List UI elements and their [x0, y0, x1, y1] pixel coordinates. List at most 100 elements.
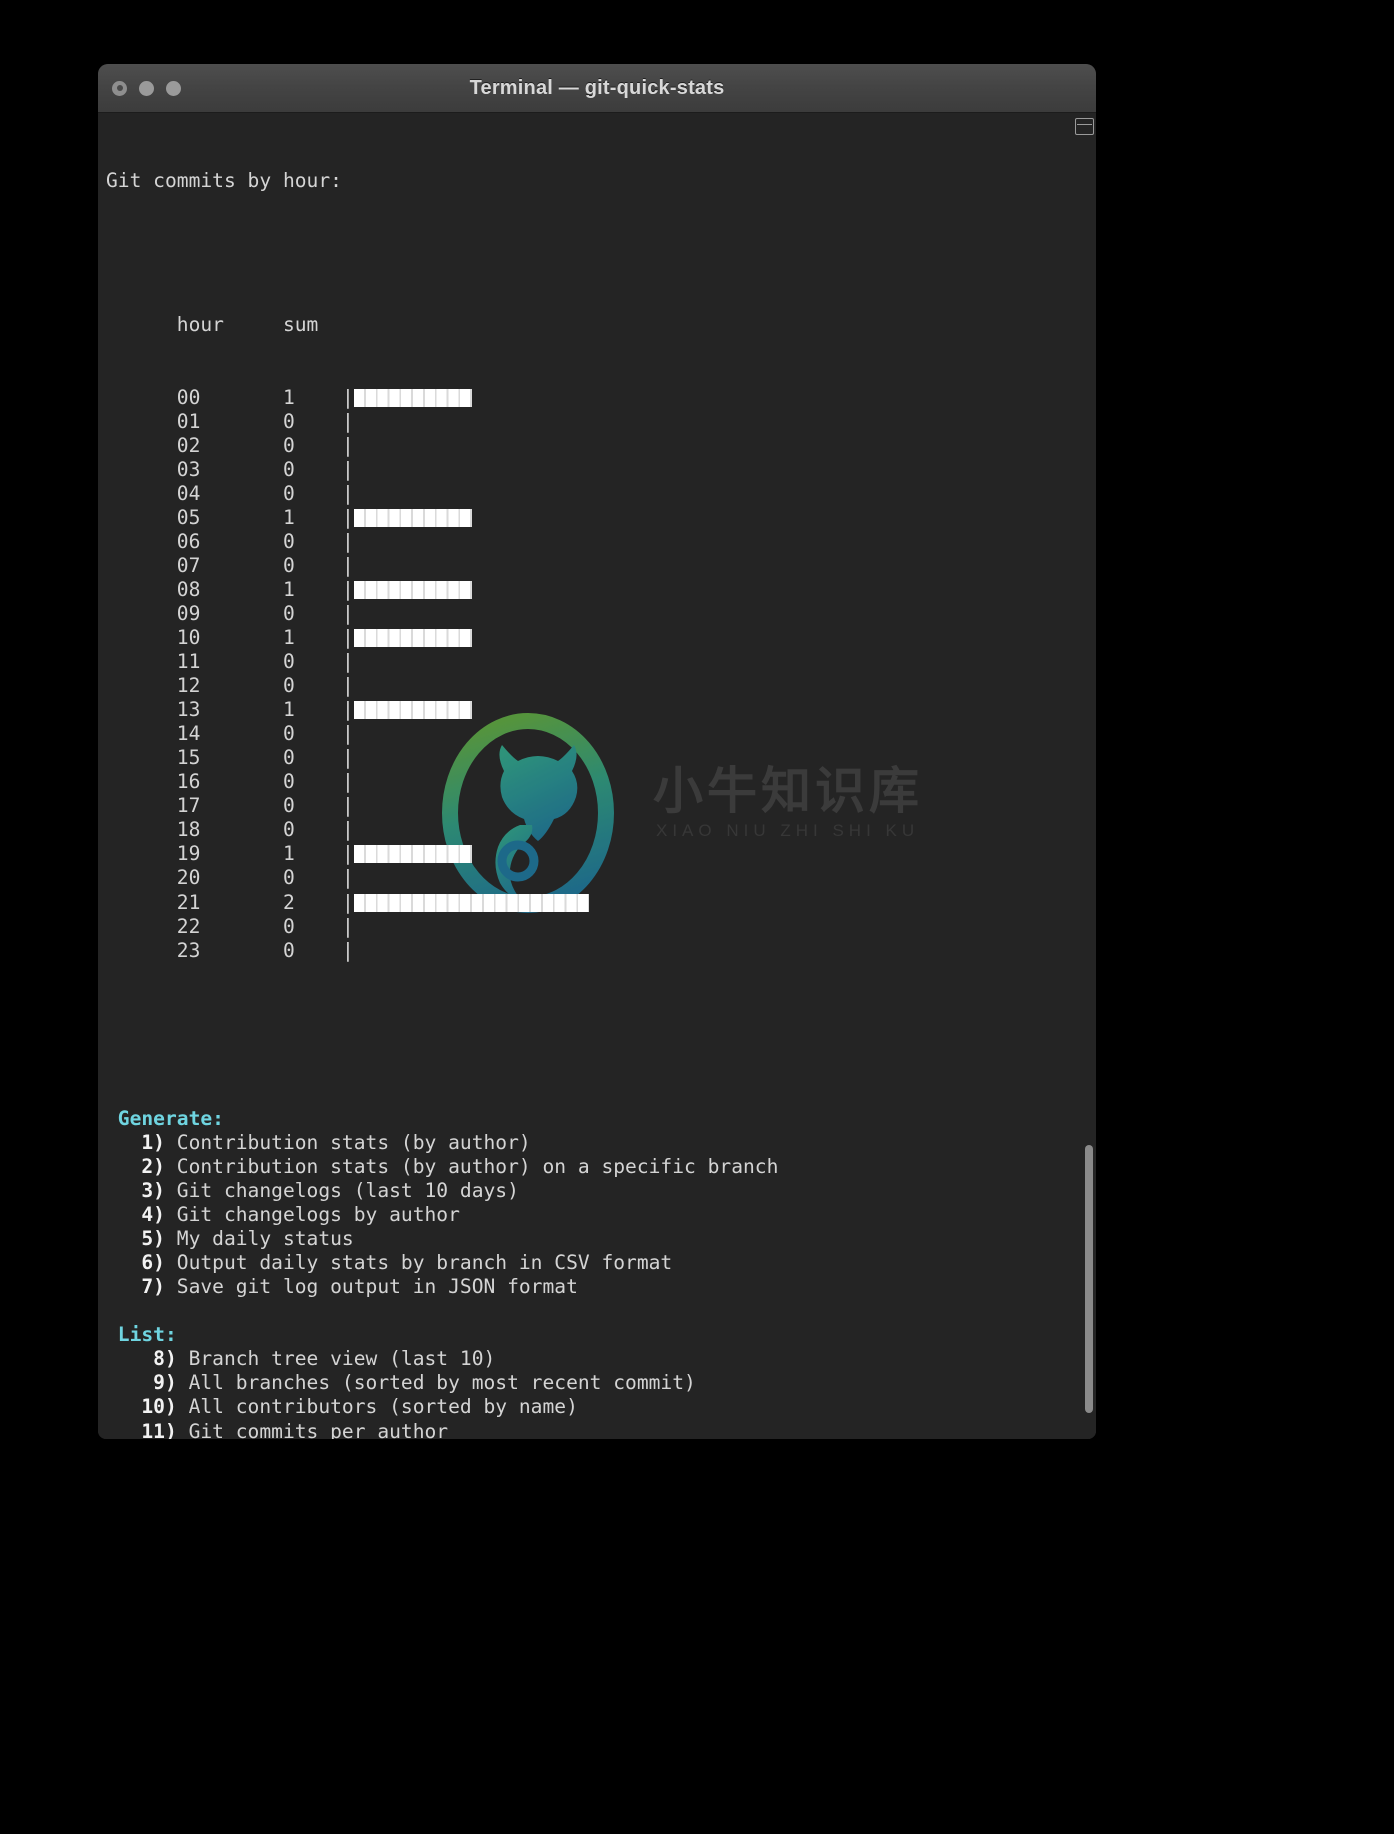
histogram-axis-tick: | — [341, 770, 354, 794]
histogram-axis-tick: | — [341, 914, 354, 938]
histogram-row-hour: 10 1 — [106, 625, 342, 649]
menu-item-label: My daily status — [164, 1227, 354, 1251]
histogram-row: 21 2 | — [106, 891, 778, 915]
menu-item[interactable]: 3) Git changelogs (last 10 days) — [106, 1179, 778, 1203]
menu-item[interactable]: 8) Branch tree view (last 10) — [106, 1347, 778, 1371]
histogram-bar — [353, 893, 590, 912]
histogram-axis-tick: | — [341, 674, 354, 698]
menu-item[interactable]: 5) My daily status — [106, 1227, 778, 1251]
histogram-row-hour: 11 0 — [106, 650, 342, 674]
histogram-row-hour: 22 0 — [106, 914, 342, 938]
histogram-row: 09 0 | — [106, 602, 778, 626]
histogram-axis-tick: | — [341, 553, 354, 577]
histogram-rows: 00 1 | 01 0 | 02 0 | 03 0 | 04 0 | 05 1 … — [106, 386, 778, 963]
histogram-axis-tick: | — [341, 409, 354, 433]
histogram-row-hour: 03 0 — [106, 457, 342, 481]
menu-item-label: Contribution stats (by author) on a spec… — [164, 1155, 779, 1179]
menu-item[interactable]: 7) Save git log output in JSON format — [106, 1275, 778, 1299]
histogram-row: 18 0 | — [106, 818, 778, 842]
histogram-axis-tick: | — [341, 794, 354, 818]
histogram-row: 02 0 | — [106, 434, 778, 458]
histogram-bar — [353, 508, 472, 527]
histogram-row-hour: 08 1 — [106, 577, 342, 601]
histogram-axis-tick: | — [341, 601, 354, 625]
terminal-body[interactable]: 小牛知识库 XIAO NIU ZHI SHI KU Git commits by… — [98, 113, 1096, 1439]
histogram-row: 04 0 | — [106, 482, 778, 506]
histogram-bar — [353, 701, 472, 720]
histogram-row: 16 0 | — [106, 770, 778, 794]
histogram-axis-tick: | — [341, 650, 354, 674]
scrollbar-track[interactable] — [1075, 113, 1096, 1439]
histogram-row: 00 1 | — [106, 386, 778, 410]
histogram-row-hour: 00 1 — [106, 385, 342, 409]
histogram-row: 07 0 | — [106, 554, 778, 578]
histogram-row-hour: 12 0 — [106, 674, 342, 698]
histogram-row: 11 0 | — [106, 650, 778, 674]
histogram-bar — [353, 628, 472, 647]
menu-item-number: 11) — [106, 1419, 177, 1439]
menu-item[interactable]: 4) Git changelogs by author — [106, 1203, 778, 1227]
histogram-row: 10 1 | — [106, 626, 778, 650]
menu-section-heading: Generate: — [106, 1106, 224, 1130]
histogram-bar — [353, 845, 472, 864]
menu-item-label: All contributors (sorted by name) — [176, 1395, 578, 1419]
histogram-row-hour: 02 0 — [106, 433, 342, 457]
menu-item-number: 5) — [106, 1227, 165, 1251]
histogram-row-hour: 19 1 — [106, 842, 342, 866]
histogram-axis-tick: | — [341, 433, 354, 457]
menu-item-number: 2) — [106, 1155, 165, 1179]
histogram-row: 23 0 | — [106, 939, 778, 963]
output-heading: Git commits by hour: — [106, 169, 342, 193]
histogram-row: 05 1 | — [106, 506, 778, 530]
menu-item-number: 4) — [106, 1203, 165, 1227]
menu-item-number: 8) — [106, 1347, 177, 1371]
histogram-row-hour: 18 0 — [106, 818, 342, 842]
histogram-row-hour: 06 0 — [106, 529, 342, 553]
histogram-row: 17 0 | — [106, 794, 778, 818]
histogram-row-hour: 23 0 — [106, 938, 342, 962]
histogram-row-hour: 21 2 — [106, 890, 342, 914]
histogram-axis-tick: | — [341, 505, 354, 529]
histogram-row-hour: 13 1 — [106, 698, 342, 722]
histogram-row: 13 1 | — [106, 698, 778, 722]
histogram-row: 03 0 | — [106, 458, 778, 482]
minimize-button-icon[interactable] — [139, 80, 154, 96]
histogram-row-hour: 09 0 — [106, 601, 342, 625]
scrollbar-thumb[interactable] — [1085, 1145, 1093, 1413]
terminal-window[interactable]: Terminal — git-quick-stats 小牛知识库 XIAO NI… — [98, 64, 1096, 1439]
histogram-row: 15 0 | — [106, 746, 778, 770]
histogram-axis-tick: | — [341, 457, 354, 481]
menu-item[interactable]: 11) Git commits per author — [106, 1420, 778, 1439]
menu-item[interactable]: 1) Contribution stats (by author) — [106, 1131, 778, 1155]
histogram-axis-tick: | — [341, 866, 354, 890]
histogram-row-hour: 17 0 — [106, 794, 342, 818]
window-title: Terminal — git-quick-stats — [469, 76, 725, 99]
histogram-axis-tick: | — [341, 842, 354, 866]
histogram-row-hour: 14 0 — [106, 722, 342, 746]
histogram-row-hour: 16 0 — [106, 770, 342, 794]
histogram-row-hour: 04 0 — [106, 481, 342, 505]
col-header-hour: hour sum — [106, 313, 319, 337]
menu-item[interactable]: 10) All contributors (sorted by name) — [106, 1395, 778, 1419]
histogram-axis-tick: | — [341, 722, 354, 746]
split-pane-icon[interactable] — [1075, 118, 1094, 135]
menu-item[interactable]: 9) All branches (sorted by most recent c… — [106, 1371, 778, 1395]
histogram-row: 01 0 | — [106, 410, 778, 434]
menu-item[interactable]: 2) Contribution stats (by author) on a s… — [106, 1155, 778, 1179]
menu-item-label: Git changelogs by author — [164, 1203, 460, 1227]
menu-item-number: 6) — [106, 1251, 165, 1275]
histogram-row-hour: 07 0 — [106, 553, 342, 577]
maximize-button-icon[interactable] — [166, 80, 181, 96]
menu-item[interactable]: 6) Output daily stats by branch in CSV f… — [106, 1251, 778, 1275]
window-title-bar[interactable]: Terminal — git-quick-stats — [98, 64, 1096, 113]
histogram-axis-tick: | — [341, 698, 354, 722]
menu-item-number: 10) — [106, 1395, 177, 1419]
histogram-axis-tick: | — [341, 481, 354, 505]
traffic-light-group — [112, 64, 181, 112]
close-button-icon[interactable] — [112, 80, 127, 96]
histogram-axis-tick: | — [341, 890, 354, 914]
histogram-axis-tick: | — [341, 625, 354, 649]
histogram-axis-tick: | — [341, 529, 354, 553]
